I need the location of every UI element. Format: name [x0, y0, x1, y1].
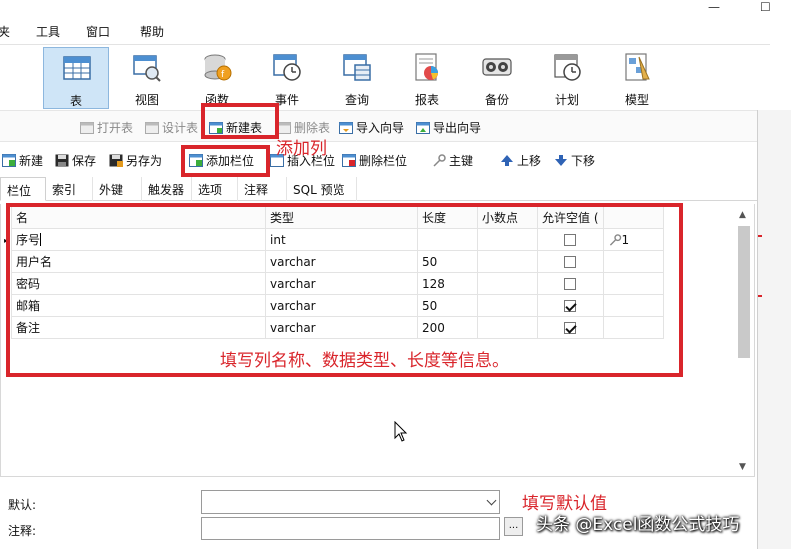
comment-label: 注释: [8, 524, 37, 538]
report-icon [415, 53, 438, 81]
side-marker [758, 295, 762, 297]
side-marker [758, 235, 762, 237]
table-icon [63, 56, 91, 80]
scrollbar-thumb[interactable] [738, 226, 750, 358]
add-column-annotation: 添加列 [276, 139, 327, 159]
import-wizard-label: 导入向导 [356, 121, 405, 135]
move-down-button[interactable]: 下移 [554, 152, 595, 169]
save-as-icon [109, 154, 123, 167]
menu-item-tools[interactable]: 工具 [36, 23, 60, 40]
comment-expand-button[interactable]: ... [504, 517, 523, 536]
toolbar-table-label: 表 [69, 94, 82, 108]
toolbar-function-button[interactable]: f 函数 [184, 47, 250, 109]
tab-triggers[interactable]: 触发器 [142, 177, 192, 201]
delete-column-button[interactable]: 删除栏位 [342, 152, 407, 169]
minimize-button[interactable]: — [708, 0, 720, 14]
open-table-icon [80, 122, 94, 134]
delete-column-label: 删除栏位 [359, 154, 408, 168]
toolbar-view-button[interactable]: 视图 [114, 47, 180, 109]
maximize-button[interactable]: ☐ [760, 0, 771, 14]
delete-column-icon [342, 154, 356, 167]
menu-item-help[interactable]: 帮助 [140, 23, 164, 40]
toolbar-table-button[interactable]: 表 [43, 47, 109, 109]
toolbar-schedule-button[interactable]: 计划 [534, 47, 600, 109]
new-icon [2, 154, 16, 167]
toolbar-model-label: 模型 [624, 93, 649, 107]
schedule-icon [554, 54, 581, 81]
default-label: 默认: [8, 498, 37, 512]
move-up-button[interactable]: 上移 [500, 152, 541, 169]
import-icon [339, 122, 353, 134]
tab-indexes[interactable]: 索引 [46, 177, 93, 201]
toolbar-report-button[interactable]: 报表 [394, 47, 460, 109]
toolbar-query-label: 查询 [344, 93, 369, 107]
toolbar-report-label: 报表 [414, 93, 439, 107]
menu-item-window[interactable]: 窗口 [86, 23, 110, 40]
save-icon [55, 154, 69, 167]
toolbar-query-button[interactable]: 查询 [324, 47, 390, 109]
design-table-label: 设计表 [162, 121, 199, 135]
model-icon [625, 53, 650, 81]
scroll-up-icon[interactable]: ▲ [739, 210, 746, 220]
delete-table-label: 删除表 [294, 121, 331, 135]
save-as-label: 另存为 [126, 154, 163, 168]
mouse-pointer-icon [394, 421, 408, 442]
save-as-button[interactable]: 另存为 [109, 152, 162, 169]
default-value-combobox[interactable] [201, 490, 500, 514]
new-label: 新建 [19, 154, 44, 168]
move-up-label: 上移 [517, 154, 542, 168]
scroll-down-icon[interactable]: ▼ [739, 462, 746, 472]
right-side-pane [757, 110, 791, 549]
field-tabs: 栏位 索引 外键 触发器 选项 注释 SQL 预览 [0, 177, 757, 201]
save-button[interactable]: 保存 [55, 152, 96, 169]
tab-options[interactable]: 选项 [192, 177, 238, 201]
comment-input[interactable] [201, 517, 500, 540]
arrow-down-icon [555, 155, 567, 166]
fill-info-annotation: 填写列名称、数据类型、长度等信息。 [220, 351, 509, 371]
object-toolbar: 表 视图 f 函数 事件 查询 报表 备份 计划 模型 [0, 44, 770, 110]
tab-fields[interactable]: 栏位 [0, 177, 46, 201]
toolbar-backup-label: 备份 [484, 93, 509, 107]
function-icon: f [204, 54, 232, 81]
export-wizard-button[interactable]: 导出向导 [416, 119, 481, 136]
toolbar-view-label: 视图 [134, 93, 159, 107]
new-table-highlight [201, 103, 279, 139]
save-label: 保存 [72, 154, 97, 168]
primary-key-label: 主键 [449, 154, 474, 168]
export-icon [416, 122, 430, 134]
menu-bar: 夹 工具 窗口 帮助 [0, 20, 770, 42]
arrow-up-icon [501, 155, 513, 166]
toolbar-event-button[interactable]: 事件 [254, 47, 320, 109]
toolbar-backup-button[interactable]: 备份 [464, 47, 530, 109]
tab-foreign-keys[interactable]: 外键 [93, 177, 142, 201]
table-action-toolbar: 打开表 设计表 新建表 删除表 导入向导 导出向导 [0, 110, 791, 142]
grid-scrollbar[interactable]: ▲ ▼ [736, 208, 752, 474]
add-column-highlight [181, 145, 270, 177]
chevron-down-icon[interactable] [486, 495, 497, 506]
query-icon [343, 54, 371, 81]
event-icon [273, 54, 301, 81]
primary-key-button[interactable]: 主键 [432, 152, 473, 169]
menu-item-favorites[interactable]: 夹 [0, 23, 10, 40]
tab-sql-preview[interactable]: SQL 预览 [287, 177, 357, 201]
backup-icon [482, 58, 512, 76]
move-down-label: 下移 [571, 154, 596, 168]
field-editor-toolbar: 新建 保存 另存为 添加栏位 插入栏位 删除栏位 主键 上移 下移 [0, 148, 757, 174]
design-table-icon [145, 122, 159, 134]
new-button[interactable]: 新建 [2, 152, 43, 169]
export-wizard-label: 导出向导 [433, 121, 482, 135]
import-wizard-button[interactable]: 导入向导 [339, 119, 404, 136]
toolbar-schedule-label: 计划 [554, 93, 579, 107]
delete-table-icon [277, 122, 291, 134]
key-icon [433, 154, 446, 167]
tab-comments[interactable]: 注释 [238, 177, 287, 201]
view-icon [133, 55, 161, 82]
open-table-button[interactable]: 打开表 [80, 119, 133, 136]
toolbar-model-button[interactable]: 模型 [604, 47, 670, 109]
watermark-text: 头条 @Excel函数公式技巧 [536, 515, 740, 535]
design-table-button[interactable]: 设计表 [145, 119, 198, 136]
open-table-label: 打开表 [97, 121, 134, 135]
